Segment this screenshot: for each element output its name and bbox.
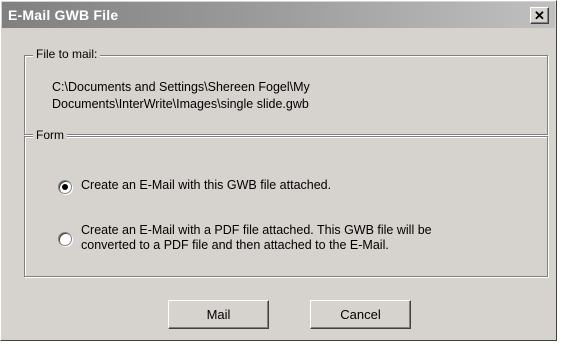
file-path-text: C:\Documents and Settings\Shereen Fogel\… [52,79,310,113]
email-gwb-dialog: E-Mail GWB File ✕ File to mail: C:\Docum… [0,0,557,341]
radio-gwb-attached[interactable] [58,180,72,194]
radio-pdf-attached[interactable] [58,232,72,246]
file-to-mail-group: File to mail: C:\Documents and Settings\… [24,47,548,135]
close-icon: ✕ [534,7,545,23]
file-path-line-1: C:\Documents and Settings\Shereen Fogel\… [52,80,310,94]
file-to-mail-legend: File to mail: [33,47,101,61]
option-pdf-attached[interactable]: Create an E-Mail with a PDF file attache… [58,223,432,253]
close-button[interactable]: ✕ [530,7,549,24]
option-gwb-attached[interactable]: Create an E-Mail with this GWB file atta… [58,178,331,194]
option-pdf-attached-text-line-2: converted to a PDF file and then attache… [81,238,389,252]
window-title: E-Mail GWB File [8,7,119,23]
cancel-button[interactable]: Cancel [310,300,411,329]
option-gwb-attached-label[interactable]: Create an E-Mail with this GWB file atta… [81,178,331,193]
form-legend: Form [33,128,67,142]
option-gwb-attached-text: Create an E-Mail with this GWB file atta… [81,178,332,192]
mail-button[interactable]: Mail [168,300,269,329]
option-pdf-attached-text-line-1: Create an E-Mail with a PDF file attache… [81,223,432,237]
file-path-line-2: Documents\InterWrite\Images\single slide… [52,97,309,111]
title-bar[interactable]: E-Mail GWB File ✕ [2,2,555,28]
form-group: Form Create an E-Mail with this GWB file… [24,128,548,277]
option-pdf-attached-label[interactable]: Create an E-Mail with a PDF file attache… [81,223,432,253]
